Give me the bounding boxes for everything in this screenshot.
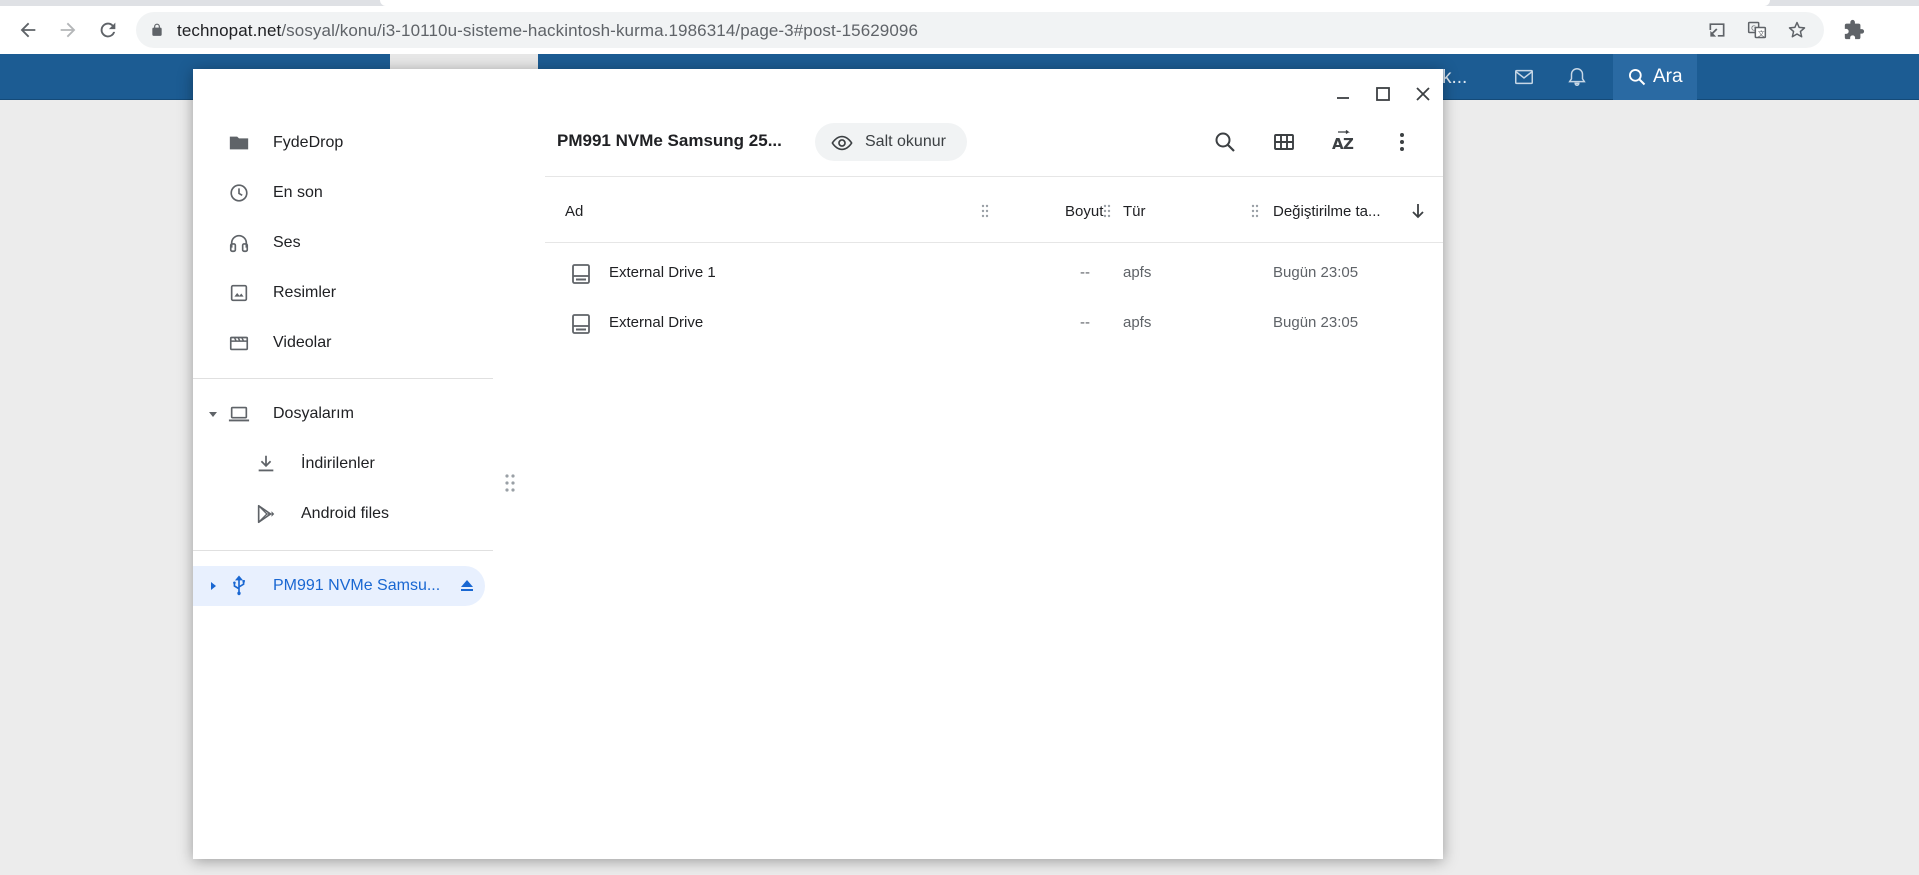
install-icon xyxy=(1709,23,1725,37)
grid-icon xyxy=(1274,134,1294,150)
svg-text:Z: Z xyxy=(1343,135,1354,153)
row-size: -- xyxy=(1080,314,1090,331)
column-header-name[interactable]: Ad xyxy=(565,203,583,220)
url-text: technopat.net/sosyal/konu/i3-10110u-sist… xyxy=(177,21,918,41)
row-size: -- xyxy=(1080,264,1090,281)
header-divider xyxy=(545,242,1443,243)
sidebar-item-images[interactable]: Resimler xyxy=(193,273,485,313)
sidebar-item-videos[interactable]: Videolar xyxy=(193,323,485,363)
play-store-icon xyxy=(257,504,275,524)
sidebar-item-downloads[interactable]: İndirilenler xyxy=(193,444,485,484)
sidebar-item-android-files[interactable]: Android files xyxy=(193,494,485,534)
expand-arrow-icon[interactable] xyxy=(207,408,219,420)
svg-text:文: 文 xyxy=(1758,29,1765,38)
translate-icon: G文 xyxy=(1747,21,1767,39)
grid-view-button[interactable] xyxy=(1267,125,1301,159)
forward-button[interactable] xyxy=(50,12,86,48)
row-name: External Drive xyxy=(609,314,704,331)
sort-descending-icon[interactable] xyxy=(1409,202,1427,220)
more-vert-icon xyxy=(1400,133,1404,151)
drive-icon xyxy=(572,264,590,284)
download-icon xyxy=(258,455,274,472)
browser-toolbar: technopat.net/sosyal/konu/i3-10110u-sist… xyxy=(0,6,1919,54)
column-resize-icon[interactable] xyxy=(1250,203,1260,219)
file-list-pane: PM991 NVMe Samsung 25... Salt okunur AZ … xyxy=(545,69,1443,859)
sidebar-item-label: Resimler xyxy=(273,284,337,301)
sidebar-item-label: En son xyxy=(273,184,323,201)
search-icon xyxy=(1215,132,1235,152)
url-host: technopat.net xyxy=(177,21,282,40)
video-icon xyxy=(229,336,249,351)
star-icon xyxy=(1788,21,1806,38)
row-modified: Bugün 23:05 xyxy=(1273,264,1359,281)
drive-icon xyxy=(572,314,590,334)
files-app-window: FydeDrop En son Ses Resimler Videolar Do… xyxy=(193,69,1443,859)
read-only-label: Salt okunur xyxy=(865,133,946,150)
image-icon xyxy=(230,284,248,302)
toolbar-divider xyxy=(545,176,1443,177)
column-resize-icon[interactable] xyxy=(980,203,990,219)
search-button[interactable] xyxy=(1208,125,1242,159)
clock-icon xyxy=(230,184,248,202)
collapse-arrow-icon[interactable] xyxy=(207,580,219,592)
back-button[interactable] xyxy=(10,12,46,48)
sidebar-item-label: Dosyalarım xyxy=(273,405,354,422)
sidebar-item-label: FydeDrop xyxy=(273,134,344,151)
eject-icon[interactable] xyxy=(457,576,477,596)
sidebar-item-audio[interactable]: Ses xyxy=(193,223,485,263)
back-icon xyxy=(20,22,36,38)
column-header-modified[interactable]: Değiştirilme ta... xyxy=(1273,203,1381,220)
site-search-button[interactable]: Ara xyxy=(1613,54,1697,100)
forward-icon xyxy=(60,22,76,38)
more-options-button[interactable] xyxy=(1385,125,1419,159)
sidebar-item-label: Ses xyxy=(273,234,301,251)
usb-icon xyxy=(233,575,245,596)
reload-button[interactable] xyxy=(90,12,126,48)
sort-button[interactable]: AZ xyxy=(1326,125,1360,159)
row-name: External Drive 1 xyxy=(609,264,716,281)
extensions-button[interactable] xyxy=(1836,12,1872,48)
sidebar-resize-handle[interactable] xyxy=(503,472,517,494)
lock-icon xyxy=(152,23,162,36)
sidebar-divider xyxy=(193,550,493,551)
breadcrumb[interactable]: PM991 NVMe Samsung 25... xyxy=(557,131,782,151)
sort-az-icon: AZ xyxy=(1332,130,1354,153)
sidebar-item-label: Videolar xyxy=(273,334,332,351)
eye-icon xyxy=(831,135,853,151)
row-modified: Bugün 23:05 xyxy=(1273,314,1359,331)
sidebar-item-label: Android files xyxy=(301,505,390,522)
read-only-chip[interactable]: Salt okunur xyxy=(815,123,967,161)
address-bar[interactable]: technopat.net/sosyal/konu/i3-10110u-sist… xyxy=(136,12,1824,48)
sidebar-item-recent[interactable]: En son xyxy=(193,173,485,213)
column-header-type[interactable]: Tür xyxy=(1123,203,1146,220)
url-path: /sosyal/konu/i3-10110u-sisteme-hackintos… xyxy=(281,21,919,40)
table-row[interactable]: External Drive -- apfs Bugün 23:05 xyxy=(545,298,1443,348)
svg-text:G: G xyxy=(1751,24,1756,32)
bell-icon[interactable] xyxy=(1566,66,1588,88)
sidebar: FydeDrop En son Ses Resimler Videolar Do… xyxy=(193,69,493,859)
sidebar-item-label: PM991 NVMe Samsu... xyxy=(273,577,441,594)
install-app-button[interactable] xyxy=(1706,19,1728,41)
sidebar-item-my-files[interactable]: Dosyalarım xyxy=(193,394,485,434)
site-search-label: Ara xyxy=(1653,66,1683,87)
extensions-icon xyxy=(1844,19,1865,40)
column-header-size[interactable]: Boyut xyxy=(1065,203,1103,220)
mail-icon[interactable] xyxy=(1513,66,1535,88)
sidebar-item-pm991-drive[interactable]: PM991 NVMe Samsu... xyxy=(193,566,485,606)
row-type: apfs xyxy=(1123,264,1152,281)
sidebar-item-fydedrop[interactable]: FydeDrop xyxy=(193,123,485,163)
site-user-name[interactable]: k... xyxy=(1442,67,1467,89)
row-type: apfs xyxy=(1123,314,1152,331)
folder-icon xyxy=(229,136,249,150)
column-resize-icon[interactable] xyxy=(1102,203,1112,219)
translate-button[interactable]: G文 xyxy=(1746,19,1768,41)
sidebar-divider xyxy=(193,378,493,379)
search-icon xyxy=(1629,69,1646,86)
table-row[interactable]: External Drive 1 -- apfs Bugün 23:05 xyxy=(545,248,1443,298)
headphones-icon xyxy=(229,234,249,253)
sidebar-item-label: İndirilenler xyxy=(301,455,375,472)
laptop-icon xyxy=(228,406,250,422)
bookmark-button[interactable] xyxy=(1786,19,1808,41)
reload-icon xyxy=(100,22,116,38)
